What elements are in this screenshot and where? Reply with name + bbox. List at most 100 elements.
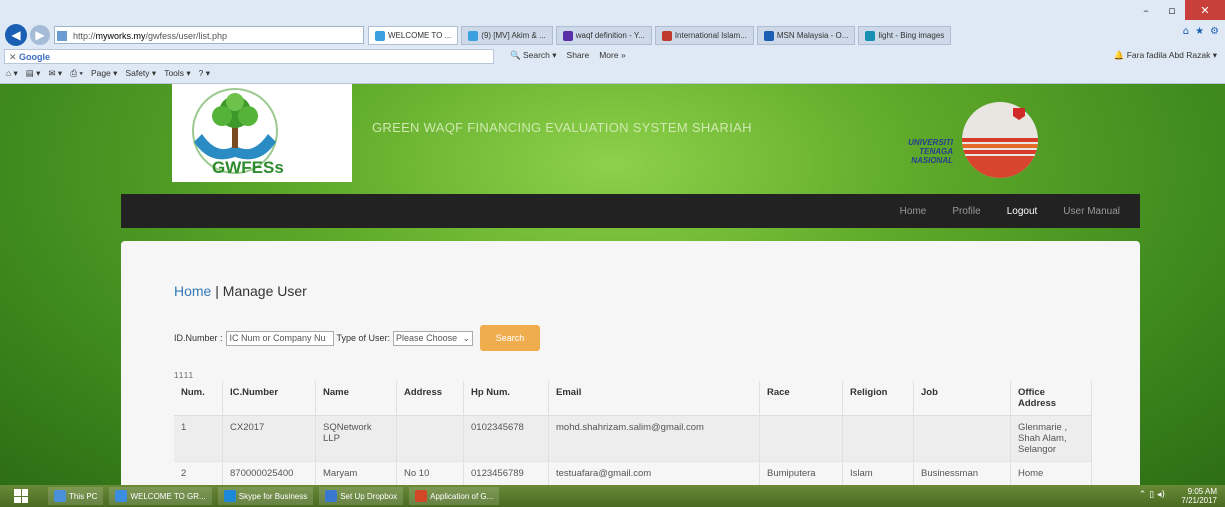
home-icon[interactable]: ⌂ [1183, 26, 1189, 37]
column-header[interactable]: Job [913, 381, 1011, 416]
taskbar-item[interactable]: Skype for Business [217, 487, 314, 505]
windows-start-icon[interactable] [14, 489, 28, 503]
window-controls: – ▫ ✕ [1133, 0, 1225, 22]
maximize-icon[interactable]: ▫ [1159, 0, 1185, 20]
taskbar-item[interactable]: Application of G... [409, 487, 500, 505]
tab-favicon-icon [865, 30, 876, 41]
user-type-select[interactable]: Please Choose ⌄ [393, 330, 474, 346]
share-button[interactable]: Share [567, 50, 590, 61]
taskbar-clock[interactable]: 9:05 AM 7/21/2017 [1181, 487, 1217, 505]
browser-top-icons: ⌂ ★ ⚙ [1183, 26, 1219, 37]
nav-home[interactable]: Home [900, 206, 927, 217]
id-number-input[interactable]: IC Num or Company Nu [225, 330, 334, 346]
share-label: Share [566, 50, 590, 60]
user-type-label: Type of User: [336, 333, 391, 343]
more-button[interactable]: More » [599, 50, 625, 61]
forward-button[interactable]: ▶ [30, 25, 50, 45]
page-menu-label: Page [90, 68, 111, 78]
tab-label: (9) [MV] Akim & ... [481, 31, 546, 40]
table-cell: Islam [842, 461, 914, 485]
back-button[interactable]: ◀ [5, 24, 27, 46]
tab-label: International Islam... [674, 31, 747, 40]
tab-favicon-icon [375, 30, 385, 41]
breadcrumb: Home | Manage User [174, 283, 307, 299]
table-cell: testuafara@gmail.com [548, 461, 760, 485]
close-icon[interactable]: ✕ [1185, 0, 1225, 20]
column-header[interactable]: IC.Number [222, 381, 316, 416]
nav-profile[interactable]: Profile [952, 206, 980, 217]
nav-user-manual[interactable]: User Manual [1063, 206, 1120, 217]
nav-logout[interactable]: Logout [1007, 206, 1038, 217]
tab-strip: WELCOME TO ... (9) [MV] Akim & ... waqf de… [368, 26, 952, 45]
column-header[interactable]: Race [759, 381, 843, 416]
chevron-down-icon: ⌄ [462, 332, 471, 343]
taskbar-item[interactable]: Set Up Dropbox [319, 487, 404, 505]
address-bar[interactable]: http://myworks.my/gwfess/user/list.php [54, 26, 364, 44]
user-name: Fara fadila Abd Razak [1126, 50, 1211, 60]
app-icon [223, 490, 236, 502]
column-header[interactable]: Num. [174, 381, 223, 416]
tab-label: WELCOME TO ... [388, 31, 452, 40]
breadcrumb-home[interactable]: Home [174, 283, 211, 299]
table-cell: Businessman [913, 461, 1011, 485]
browser-tab[interactable]: waqf definition - Y... [555, 26, 652, 45]
content-panel: Home | Manage User ID.Number : IC Num or… [121, 241, 1140, 485]
search-submit-button[interactable]: Search [480, 325, 541, 351]
home-cmd-icon[interactable]: ⌂ ▾ [6, 68, 18, 79]
page-menu[interactable]: Page ▾ [91, 68, 118, 79]
table-header-row: Num. IC.Number Name Address Hp Num. Email Race… [174, 381, 1092, 416]
google-toolbar: 🔍 Search ▾ Share More » [510, 50, 626, 61]
table-cell: mohd.shahrizam.salim@gmail.com [548, 415, 760, 462]
tab-favicon-icon [661, 30, 672, 41]
uniten-line-3: NASIONAL [911, 156, 953, 165]
taskbar-item-label: Application of G... [430, 491, 494, 501]
safety-menu[interactable]: Safety ▾ [125, 68, 156, 79]
tab-label: MSN Malaysia - O... [776, 31, 849, 40]
page-title: Manage User [222, 283, 307, 299]
tab-favicon-icon [763, 30, 774, 41]
tools-menu-label: Tools [164, 68, 185, 78]
column-header[interactable]: Name [315, 381, 397, 416]
table-cell: 0123456789 [463, 461, 549, 485]
browser-tab[interactable]: MSN Malaysia - O... [756, 26, 856, 45]
pagination[interactable]: 1111 [174, 371, 194, 380]
tools-menu[interactable]: Tools ▾ [164, 68, 190, 79]
id-number-label: ID.Number : [174, 333, 223, 343]
column-header[interactable]: Religion [842, 381, 914, 416]
signed-in-user[interactable]: 🔔 Fara fadila Abd Razak ▾ [1114, 50, 1217, 61]
settings-icon[interactable]: ⚙ [1210, 26, 1219, 37]
browser-tab[interactable]: WELCOME TO ... [368, 26, 459, 45]
table-row[interactable]: 2 870000025400 Maryam No 10 0123456789 testua… [174, 461, 1092, 485]
print-icon[interactable]: ⎙ ▾ [70, 68, 83, 79]
table-row[interactable]: 1 CX2017 SQNetwork LLP 0102345678 mohd.shahr… [174, 415, 1092, 462]
tab-favicon-icon [468, 30, 479, 41]
taskbar-item[interactable]: WELCOME TO GR... [109, 487, 212, 505]
address-path: /gwfess/user/list.php [145, 31, 228, 41]
column-header[interactable]: Address [396, 381, 464, 416]
uniten-line-2: TENAGA [919, 147, 953, 156]
favorites-icon[interactable]: ★ [1195, 26, 1204, 37]
column-header[interactable]: Email [548, 381, 760, 416]
column-header[interactable]: Office Address [1010, 381, 1092, 416]
google-search-field[interactable]: ✕ Google [4, 49, 494, 64]
system-tray[interactable]: ⌃ ▯ ◂) [1139, 490, 1165, 500]
feeds-icon[interactable]: ▤ ▾ [26, 68, 41, 79]
table-cell [842, 415, 914, 462]
column-header[interactable]: Hp Num. [463, 381, 549, 416]
uniten-wordmark: UNIVERSITI TENAGA NASIONAL [853, 138, 953, 165]
help-icon[interactable]: ? ▾ [199, 68, 210, 79]
mail-icon[interactable]: ✉ ▾ [48, 68, 62, 79]
address-prefix: http:// [73, 31, 96, 41]
search-button[interactable]: 🔍 Search ▾ [510, 50, 557, 61]
tab-label: waqf definition - Y... [575, 31, 645, 40]
browser-tab[interactable]: light - Bing images [858, 26, 952, 45]
system-title: GREEN WAQF FINANCING EVALUATION SYSTEM S… [372, 120, 752, 135]
app-icon [54, 490, 66, 502]
tab-favicon-icon [562, 30, 573, 41]
minimize-icon[interactable]: – [1133, 0, 1159, 20]
browser-tab[interactable]: (9) [MV] Akim & ... [461, 26, 553, 45]
taskbar-items: This PC WELCOME TO GR... Skype for Busines… [48, 487, 500, 505]
table-cell [913, 415, 1011, 462]
taskbar-item[interactable]: This PC [48, 487, 104, 505]
browser-tab[interactable]: International Islam... [654, 26, 754, 45]
